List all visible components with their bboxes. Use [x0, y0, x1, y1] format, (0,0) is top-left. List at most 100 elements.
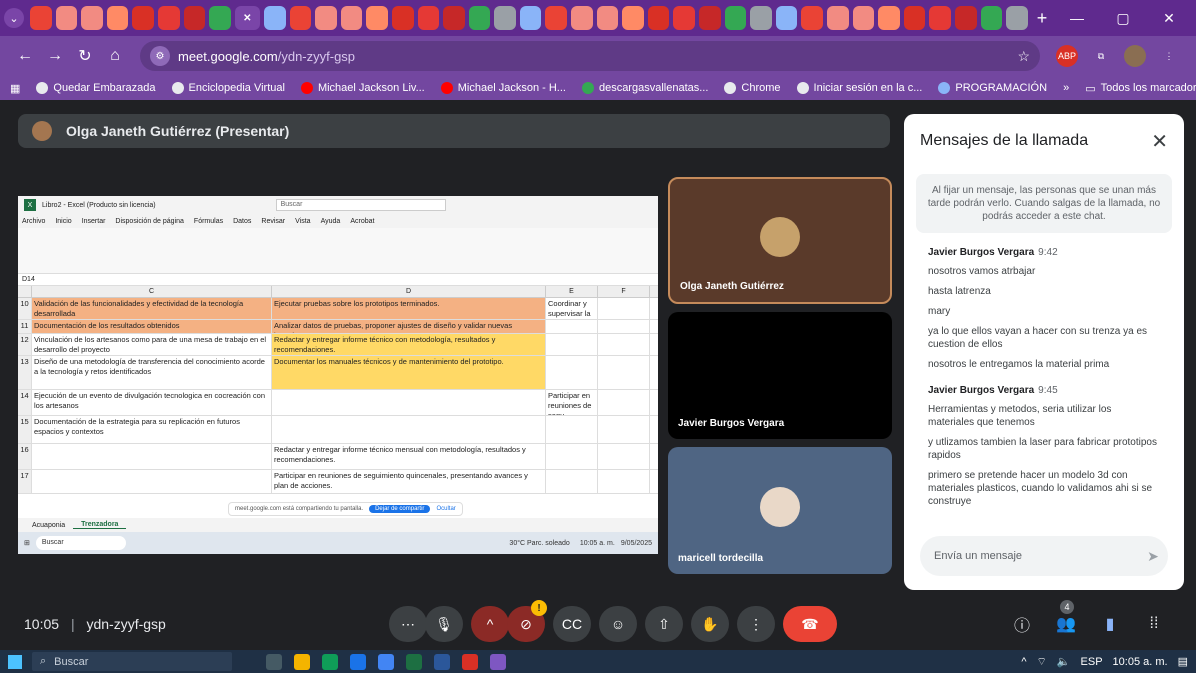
tab-whatsapp-icon[interactable]	[209, 6, 231, 30]
table-cell[interactable]	[546, 416, 598, 443]
tab-app-icon[interactable]	[954, 6, 977, 30]
table-cell[interactable]: Ejecución de un evento de divulgación te…	[32, 390, 272, 415]
activities-icon[interactable]: ⁞⁞	[1138, 610, 1170, 638]
tab-app-icon[interactable]	[724, 6, 747, 30]
site-info-icon[interactable]: ⚙	[150, 46, 170, 66]
present-icon[interactable]: ⇧	[645, 606, 683, 642]
tab-puzzle-icon[interactable]	[519, 6, 542, 30]
address-bar[interactable]: ⚙ meet.google.com/ydn-zyyf-gsp ☆	[140, 41, 1040, 71]
camera-off-icon[interactable]: ⊘!	[507, 600, 547, 642]
tab-chrome-icon[interactable]	[622, 6, 644, 30]
excel-menu-item[interactable]: Disposición de página	[115, 218, 184, 225]
table-cell[interactable]	[598, 444, 650, 469]
table-cell[interactable]	[546, 444, 598, 469]
volume-icon[interactable]: 🔈	[1057, 655, 1071, 668]
tab-pill-icon[interactable]	[157, 6, 180, 30]
tab-app-icon[interactable]	[827, 6, 849, 30]
table-cell[interactable]: Ejecutar pruebas sobre los prototipos te…	[272, 298, 546, 319]
audio-options-icon[interactable]: ⋯	[389, 606, 427, 642]
close-window-icon[interactable]: ✕	[1146, 10, 1192, 27]
language-indicator[interactable]: ESP	[1081, 656, 1103, 668]
sheet-tab-trenzadora[interactable]: Trenzadora	[73, 521, 127, 529]
tab-chrome-icon[interactable]	[443, 6, 465, 30]
table-cell[interactable]	[598, 390, 650, 415]
chat-icon[interactable]: ▮	[1094, 610, 1126, 638]
edge-icon[interactable]	[350, 653, 366, 670]
tab-chrome-icon[interactable]	[263, 6, 286, 30]
excel-menu-item[interactable]: Acrobat	[350, 218, 374, 225]
table-cell[interactable]: Documentación de la estrategia para su r…	[32, 416, 272, 443]
participant-tile[interactable]: Javier Burgos Vergara	[668, 312, 892, 439]
excel-menu-item[interactable]: Insertar	[82, 218, 106, 225]
raise-hand-icon[interactable]: ✋	[691, 606, 729, 642]
bookmark-item[interactable]: Chrome	[724, 82, 781, 94]
back-icon[interactable]: ←	[10, 47, 40, 65]
tab-pen-icon[interactable]	[571, 6, 593, 30]
bookmark-item[interactable]: PROGRAMACIÓN	[938, 82, 1047, 94]
tab-meet-icon[interactable]	[340, 6, 363, 30]
reload-icon[interactable]: ↻	[70, 46, 100, 66]
bookmark-item[interactable]: Quedar Embarazada	[36, 82, 156, 94]
table-cell[interactable]: Diseño de una metodología de transferenc…	[32, 356, 272, 389]
table-cell[interactable]	[272, 416, 546, 443]
more-options-icon[interactable]: ⋮	[737, 606, 775, 642]
tab-chrome-icon[interactable]	[903, 6, 926, 30]
camera-options-icon[interactable]: ^	[471, 606, 509, 642]
tab-chrome-icon[interactable]	[1006, 6, 1028, 30]
leave-call-icon[interactable]: ☎	[783, 606, 837, 642]
wifi-icon[interactable]: ⌔	[1036, 655, 1046, 669]
table-cell[interactable]	[598, 320, 650, 333]
excel-menu-item[interactable]: Archivo	[22, 218, 45, 225]
table-cell[interactable]	[272, 390, 546, 415]
profile-avatar[interactable]	[1124, 45, 1146, 67]
table-cell[interactable]: Participar en reuniones de seguimiento q…	[272, 470, 546, 493]
tab-chrome-icon[interactable]	[315, 6, 337, 30]
tab-app-icon[interactable]	[750, 6, 772, 30]
table-cell[interactable]: Redactar y entregar informe técnico mens…	[272, 444, 546, 469]
excel-menu-item[interactable]: Datos	[233, 218, 251, 225]
tab-youtube-icon[interactable]	[183, 6, 206, 30]
people-icon[interactable]: 👥 4	[1050, 600, 1082, 638]
tab-app-icon[interactable]	[673, 6, 696, 30]
tab-chrome-icon[interactable]	[775, 6, 798, 30]
chrome-icon[interactable]	[378, 653, 394, 670]
table-cell[interactable]	[598, 470, 650, 493]
col-f-header[interactable]: F	[598, 286, 650, 297]
table-cell[interactable]: Documentar los manuales técnicos y de ma…	[272, 356, 546, 389]
table-cell[interactable]: Validación de las funcionalidades y efec…	[32, 298, 272, 319]
tab-link-icon[interactable]	[596, 6, 619, 30]
tab-heart-icon[interactable]	[878, 6, 900, 30]
maximize-icon[interactable]: ▢	[1100, 10, 1146, 27]
extensions-icon[interactable]: ⧉	[1090, 45, 1112, 67]
table-cell[interactable]	[546, 470, 598, 493]
table-cell[interactable]: Participar en reuniones de segu	[546, 390, 598, 415]
app-icon[interactable]	[322, 653, 338, 670]
bookmark-item[interactable]: Enciclopedia Virtual	[171, 82, 285, 94]
tab-pen-icon[interactable]	[545, 6, 568, 30]
excel-menu-item[interactable]: Ayuda	[321, 218, 341, 225]
task-view-icon[interactable]	[266, 653, 282, 670]
table-cell[interactable]	[32, 444, 272, 469]
tab-app-icon[interactable]	[699, 6, 721, 30]
excel-icon[interactable]	[406, 653, 422, 670]
app-icon[interactable]	[490, 653, 506, 670]
home-icon[interactable]: ⌂	[100, 47, 130, 65]
table-cell[interactable]	[598, 416, 650, 443]
excel-menu-item[interactable]: Inicio	[55, 218, 71, 225]
tab-close-icon[interactable]: ✕	[234, 6, 260, 30]
table-cell[interactable]: Documentación de los resultados obtenido…	[32, 320, 272, 333]
participant-tile[interactable]: maricell tordecilla	[668, 447, 892, 574]
all-bookmarks-folder[interactable]: ▭ Todos los marcadores	[1085, 82, 1196, 95]
table-cell[interactable]: Vinculación de los artesanos como para d…	[32, 334, 272, 355]
bookmark-item[interactable]: descargasvallenatas...	[581, 82, 708, 94]
close-chat-icon[interactable]: ✕	[1151, 129, 1168, 154]
excel-search[interactable]: Buscar	[275, 199, 446, 211]
tab-chrome-icon[interactable]	[852, 6, 875, 30]
new-tab-button[interactable]: +	[1030, 8, 1054, 29]
windows-start-icon[interactable]	[8, 654, 22, 669]
table-cell[interactable]	[598, 356, 650, 389]
tray-chevron-icon[interactable]: ^	[1021, 656, 1026, 668]
participant-tile[interactable]: Olga Janeth Gutiérrez	[668, 177, 892, 304]
tab-search-icon[interactable]: ⌄	[4, 8, 24, 28]
app-icon[interactable]	[462, 653, 478, 670]
